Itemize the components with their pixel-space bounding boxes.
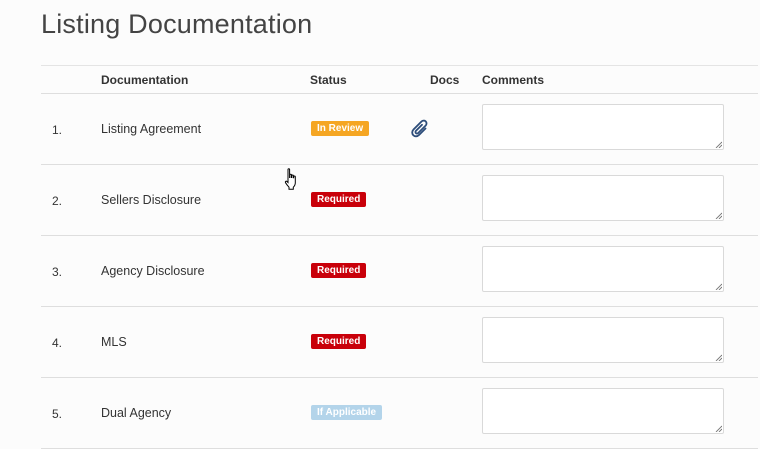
status-badge: In Review [311,121,370,136]
comment-textarea[interactable] [482,388,724,434]
table-header: Documentation Status Docs Comments [41,65,758,94]
paperclip-icon[interactable] [409,115,431,144]
row-index: 5. [52,407,63,421]
header-docs: Docs [430,73,460,87]
resize-grip-icon[interactable] [715,212,722,219]
status-badge: Required [311,263,367,278]
resize-grip-icon[interactable] [715,283,722,290]
comment-textarea[interactable] [482,175,724,221]
comment-textarea[interactable] [482,246,724,292]
resize-grip-icon[interactable] [715,354,722,361]
comment-textarea[interactable] [482,104,724,150]
document-name: Dual Agency [101,406,172,420]
row-index: 2. [52,194,63,208]
resize-grip-icon[interactable] [715,425,722,432]
header-documentation: Documentation [101,73,189,87]
documentation-table: Documentation Status Docs Comments 1. Li… [41,65,758,449]
status-badge: Required [311,192,367,207]
table-row: 4. MLS Required [41,307,758,378]
row-index: 4. [52,336,63,350]
table-row: 2. Sellers Disclosure Required [41,165,758,236]
comment-textarea[interactable] [482,317,724,363]
table-row: 1. Listing Agreement In Review [41,94,758,165]
document-name: MLS [101,335,127,349]
document-name: Sellers Disclosure [101,193,202,207]
header-status: Status [310,73,347,87]
resize-grip-icon[interactable] [715,141,722,148]
row-index: 3. [52,265,63,279]
table-row: 5. Dual Agency If Applicable [41,378,758,449]
document-name: Listing Agreement [101,122,202,136]
header-comments: Comments [482,73,545,87]
hand-pointer-icon [284,168,296,190]
page-title: Listing Documentation [41,9,313,39]
status-badge: If Applicable [311,405,383,420]
row-index: 1. [52,123,63,137]
table-row: 3. Agency Disclosure Required [41,236,758,307]
status-badge: Required [311,334,367,349]
document-name: Agency Disclosure [101,264,205,278]
